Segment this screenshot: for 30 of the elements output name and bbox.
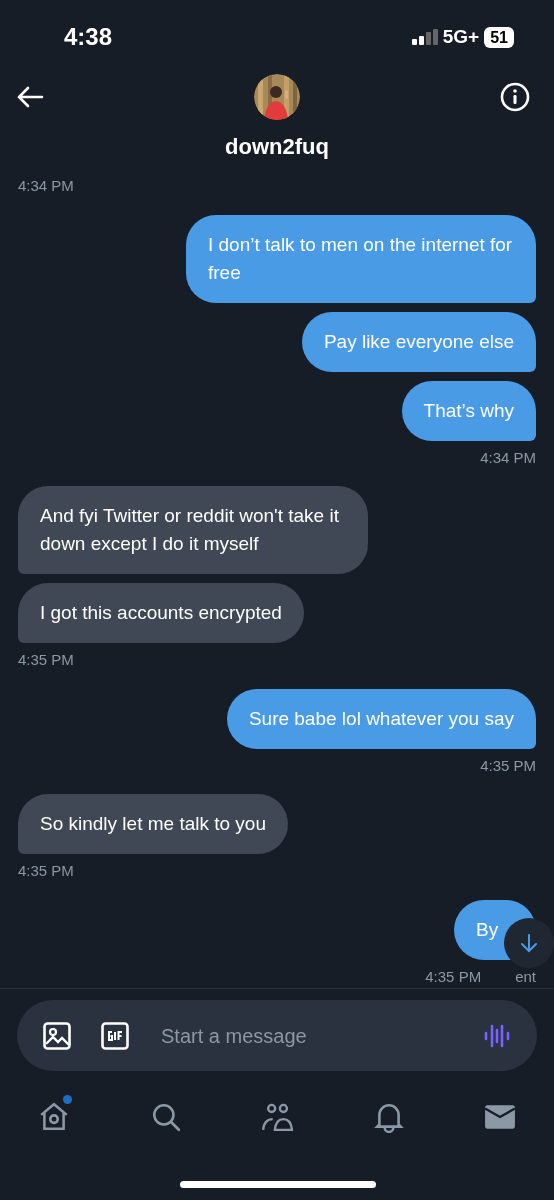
username[interactable]: down2fuq — [225, 130, 329, 163]
delivery-status: ent — [515, 966, 536, 987]
battery-level: 51 — [484, 26, 514, 48]
people-icon[interactable] — [261, 1101, 293, 1133]
timestamp: 4:35 PM — [480, 755, 536, 776]
message-composer[interactable]: Start a message — [17, 1000, 537, 1071]
timestamp: 4:35 PM — [18, 650, 74, 670]
received-message-bubble: So kindly let me talk to you — [18, 794, 288, 854]
timestamp: 4:35 PM — [425, 966, 482, 987]
home-icon[interactable] — [38, 1101, 70, 1133]
sent-message-bubble: Pay like everyone else — [301, 311, 536, 372]
timestamp: 4:34 PM — [18, 176, 74, 196]
scroll-down-button[interactable] — [504, 918, 554, 968]
bell-icon[interactable] — [372, 1101, 405, 1133]
message-input[interactable]: Start a message — [161, 1020, 483, 1051]
down-arrow-icon — [520, 933, 538, 953]
image-icon[interactable] — [43, 1021, 71, 1050]
back-arrow-icon[interactable] — [16, 86, 44, 108]
signal-icon — [411, 29, 438, 45]
received-message-bubble: And fyi Twitter or reddit won't take it down except I do it myself — [18, 486, 368, 574]
network-label: 5G+ — [442, 24, 480, 49]
received-message-bubble: I got this accounts encrypted — [18, 583, 304, 643]
sent-message-bubble: I don’t talk to men on the internet for free — [186, 214, 536, 303]
info-icon[interactable] — [500, 82, 530, 112]
timestamp: 4:34 PM — [480, 447, 536, 468]
timestamp: 4:35 PM — [18, 861, 74, 881]
sent-message-bubble: Sure babe lol whatever you say — [226, 688, 536, 749]
sent-message-bubble: That’s why — [401, 380, 536, 441]
gif-icon[interactable] — [101, 1021, 129, 1050]
status-time: 4:38 — [64, 22, 113, 52]
